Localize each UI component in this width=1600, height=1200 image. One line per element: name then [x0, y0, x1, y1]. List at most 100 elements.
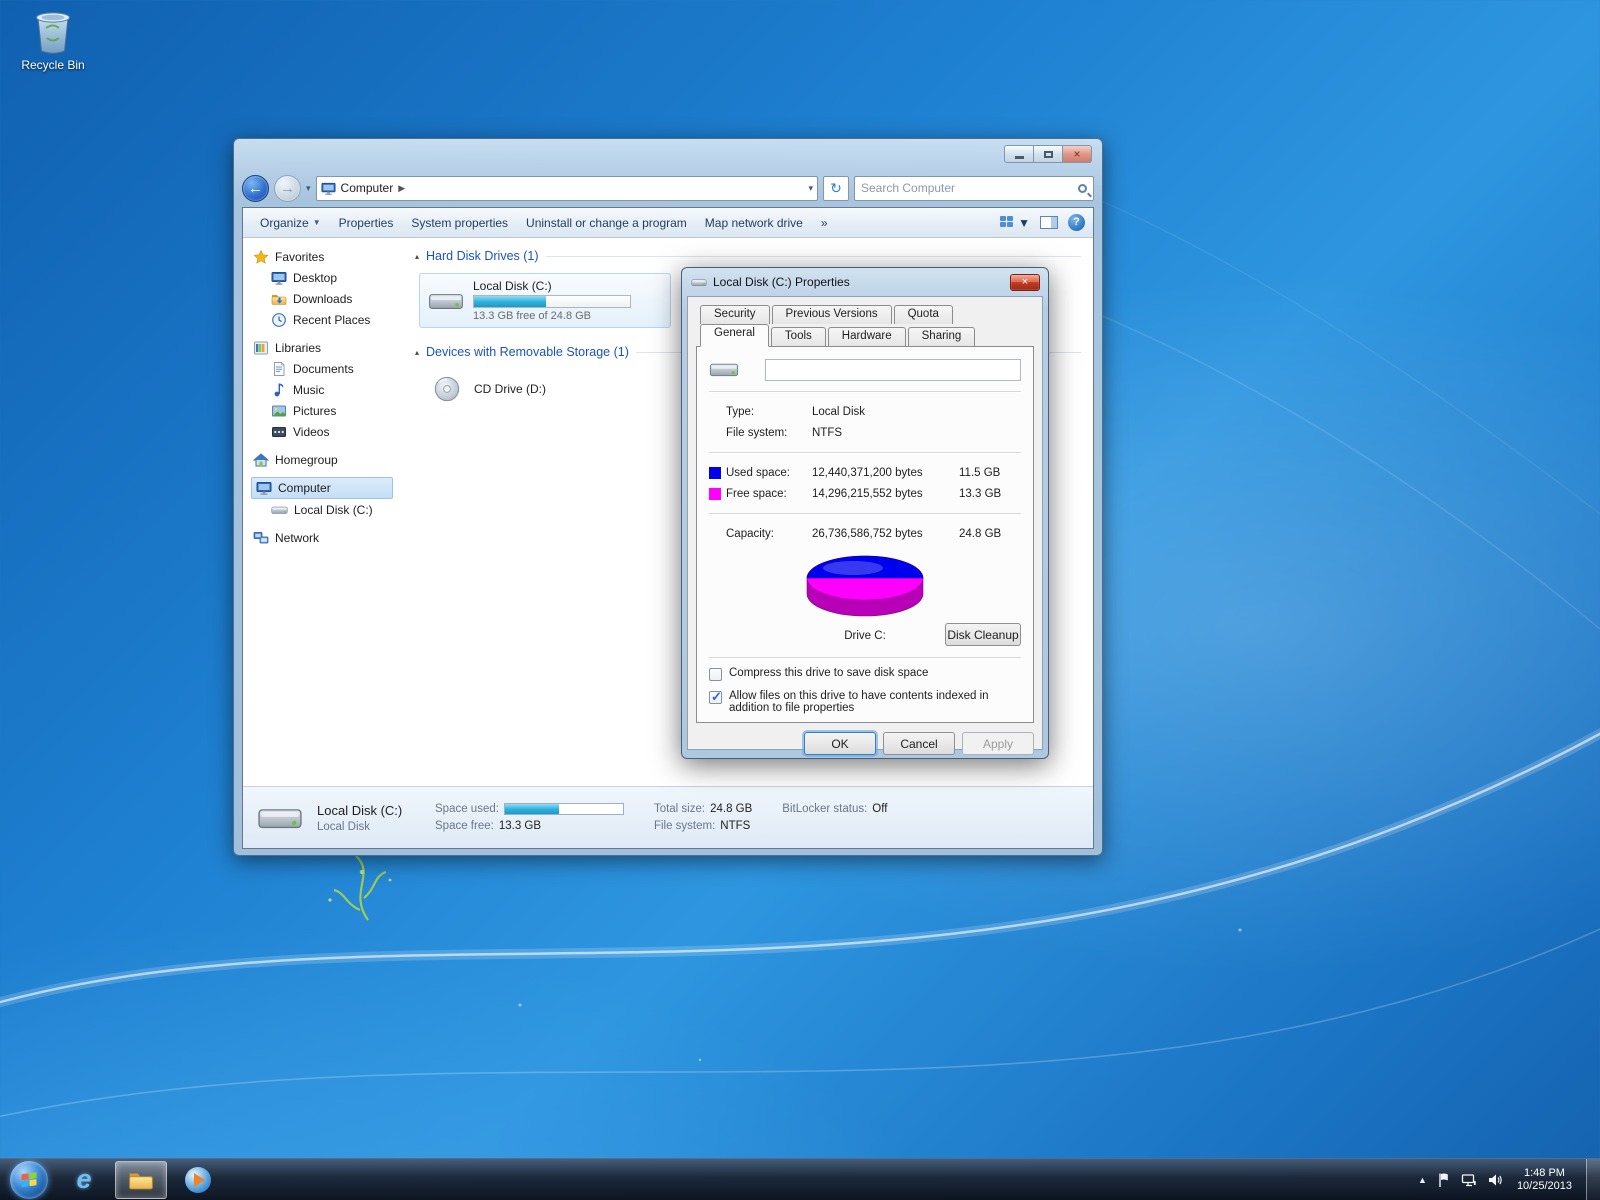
- minimize-button[interactable]: [1004, 145, 1034, 163]
- sidebar-item-videos[interactable]: Videos: [243, 421, 401, 442]
- sidebar-item-desktop[interactable]: Desktop: [243, 267, 401, 288]
- sidebar-item-downloads[interactable]: Downloads: [243, 288, 401, 309]
- tab-tools-label: Tools: [785, 330, 812, 342]
- sidebar-group-computer[interactable]: Computer: [251, 477, 393, 499]
- sidebar-item-documents[interactable]: Documents: [243, 358, 401, 379]
- tab-general-label: General: [714, 327, 755, 339]
- sidebar-item-local-disk-c[interactable]: Local Disk (C:): [243, 499, 401, 520]
- chevron-down-icon: ▼: [1018, 216, 1030, 230]
- show-desktop-button[interactable]: [1586, 1159, 1600, 1200]
- uninstall-button[interactable]: Uninstall or change a program: [517, 212, 696, 234]
- drive-name: Local Disk (C:): [473, 279, 631, 293]
- file-system-label: File system:: [654, 820, 715, 832]
- show-hidden-icons-button[interactable]: ▲: [1418, 1175, 1427, 1185]
- file-system-value: NTFS: [720, 820, 750, 832]
- internet-explorer-icon: e: [76, 1164, 91, 1195]
- map-network-drive-button[interactable]: Map network drive: [696, 212, 812, 234]
- uninstall-label: Uninstall or change a program: [526, 216, 687, 230]
- free-space-label: Free space:: [726, 488, 812, 500]
- taskbar-clock[interactable]: 1:48 PM 10/25/2013: [1517, 1167, 1572, 1193]
- views-button[interactable]: ▼: [1000, 216, 1030, 230]
- compress-checkbox[interactable]: [709, 668, 722, 681]
- libraries-icon: [253, 340, 269, 356]
- recycle-bin-desktop-icon[interactable]: Recycle Bin: [10, 8, 96, 72]
- sidebar-group-network[interactable]: Network: [243, 527, 401, 548]
- navigation-pane: Favorites Desktop Downloads Recent Place…: [243, 238, 401, 786]
- capacity-bar-fill: [474, 296, 546, 307]
- group-header-hard-disks[interactable]: ▴ Hard Disk Drives (1): [415, 244, 1081, 268]
- organize-button[interactable]: Organize ▼: [251, 212, 330, 234]
- taskbar-explorer-button[interactable]: [115, 1161, 167, 1199]
- history-dropdown-icon[interactable]: ▾: [306, 183, 311, 194]
- overflow-label: »: [821, 216, 828, 230]
- pictures-label: Pictures: [293, 404, 336, 418]
- window-titlebar[interactable]: ×: [242, 139, 1094, 169]
- type-label: Type:: [726, 406, 812, 418]
- tab-hardware-label: Hardware: [842, 330, 892, 342]
- total-size-value: 24.8 GB: [710, 803, 752, 815]
- cancel-button[interactable]: Cancel: [883, 732, 955, 755]
- tab-sharing[interactable]: Sharing: [908, 327, 976, 347]
- disk-icon: [257, 799, 303, 837]
- system-properties-button[interactable]: System properties: [402, 212, 517, 234]
- address-bar[interactable]: Computer ▶ ▾: [316, 176, 818, 201]
- system-properties-label: System properties: [411, 216, 508, 230]
- video-icon: [271, 424, 287, 440]
- tab-general[interactable]: General: [700, 324, 769, 347]
- search-box[interactable]: [854, 176, 1094, 201]
- drive-label-input[interactable]: [765, 359, 1021, 381]
- tab-security[interactable]: Security: [700, 305, 770, 324]
- refresh-button[interactable]: ↻: [823, 176, 849, 201]
- preview-pane-button[interactable]: [1040, 216, 1058, 229]
- sidebar-group-libraries[interactable]: Libraries: [243, 337, 401, 358]
- disk-cleanup-button[interactable]: Disk Cleanup: [945, 623, 1021, 646]
- capacity-bytes: 26,736,586,752 bytes: [812, 528, 959, 540]
- tab-previous-versions[interactable]: Previous Versions: [772, 305, 892, 324]
- computer-icon: [321, 181, 336, 196]
- ok-button[interactable]: OK: [804, 732, 876, 755]
- tab-hardware[interactable]: Hardware: [828, 327, 906, 347]
- sidebar-group-favorites[interactable]: Favorites: [243, 246, 401, 267]
- apply-button[interactable]: Apply: [962, 732, 1034, 755]
- sidebar-group-homegroup[interactable]: Homegroup: [243, 449, 401, 470]
- preview-pane-icon: [1051, 217, 1057, 228]
- tab-tools[interactable]: Tools: [771, 327, 826, 347]
- breadcrumb-arrow-icon[interactable]: ▶: [398, 183, 405, 194]
- sidebar-item-music[interactable]: Music: [243, 379, 401, 400]
- maximize-button[interactable]: [1033, 145, 1063, 163]
- indexing-checkbox-row[interactable]: Allow files on this drive to have conten…: [709, 690, 1021, 714]
- document-icon: [271, 361, 287, 377]
- back-button[interactable]: ←: [242, 175, 269, 202]
- properties-button[interactable]: Properties: [330, 212, 403, 234]
- address-dropdown-icon[interactable]: ▾: [808, 183, 813, 194]
- capacity-size: 24.8 GB: [959, 528, 1021, 540]
- total-size-label: Total size:: [654, 803, 705, 815]
- action-center-flag-icon[interactable]: [1437, 1172, 1451, 1188]
- breadcrumb[interactable]: Computer: [341, 181, 394, 195]
- downloads-label: Downloads: [293, 292, 352, 306]
- start-button[interactable]: [10, 1161, 48, 1199]
- search-input[interactable]: [861, 181, 1078, 195]
- taskbar-media-player-button[interactable]: [172, 1161, 224, 1199]
- volume-icon[interactable]: [1487, 1172, 1503, 1188]
- tab-sharing-label: Sharing: [922, 330, 962, 342]
- indexing-checkbox[interactable]: [709, 691, 722, 704]
- toolbar-overflow-button[interactable]: »: [812, 212, 837, 234]
- taskbar-internet-explorer-button[interactable]: e: [58, 1161, 110, 1199]
- type-value: Local Disk: [812, 406, 959, 418]
- dialog-close-button[interactable]: ×: [1010, 274, 1040, 291]
- tab-previous-versions-label: Previous Versions: [786, 308, 878, 320]
- help-button[interactable]: ?: [1068, 214, 1085, 231]
- network-tray-icon[interactable]: [1461, 1172, 1477, 1188]
- notification-area: ▲ 1:48 PM 10/25/2013: [1418, 1159, 1600, 1200]
- compress-checkbox-row[interactable]: Compress this drive to save disk space: [709, 667, 1021, 681]
- close-button[interactable]: ×: [1062, 145, 1092, 163]
- drive-item-local-disk-c[interactable]: Local Disk (C:) 13.3 GB free of 24.8 GB: [419, 273, 671, 328]
- sidebar-item-pictures[interactable]: Pictures: [243, 400, 401, 421]
- sidebar-item-recent-places[interactable]: Recent Places: [243, 309, 401, 330]
- used-space-bytes: 12,440,371,200 bytes: [812, 467, 959, 479]
- tab-quota[interactable]: Quota: [894, 305, 953, 324]
- forward-button[interactable]: →: [274, 175, 301, 202]
- dialog-titlebar[interactable]: Local Disk (C:) Properties: [687, 268, 1043, 296]
- cd-icon: [429, 374, 465, 404]
